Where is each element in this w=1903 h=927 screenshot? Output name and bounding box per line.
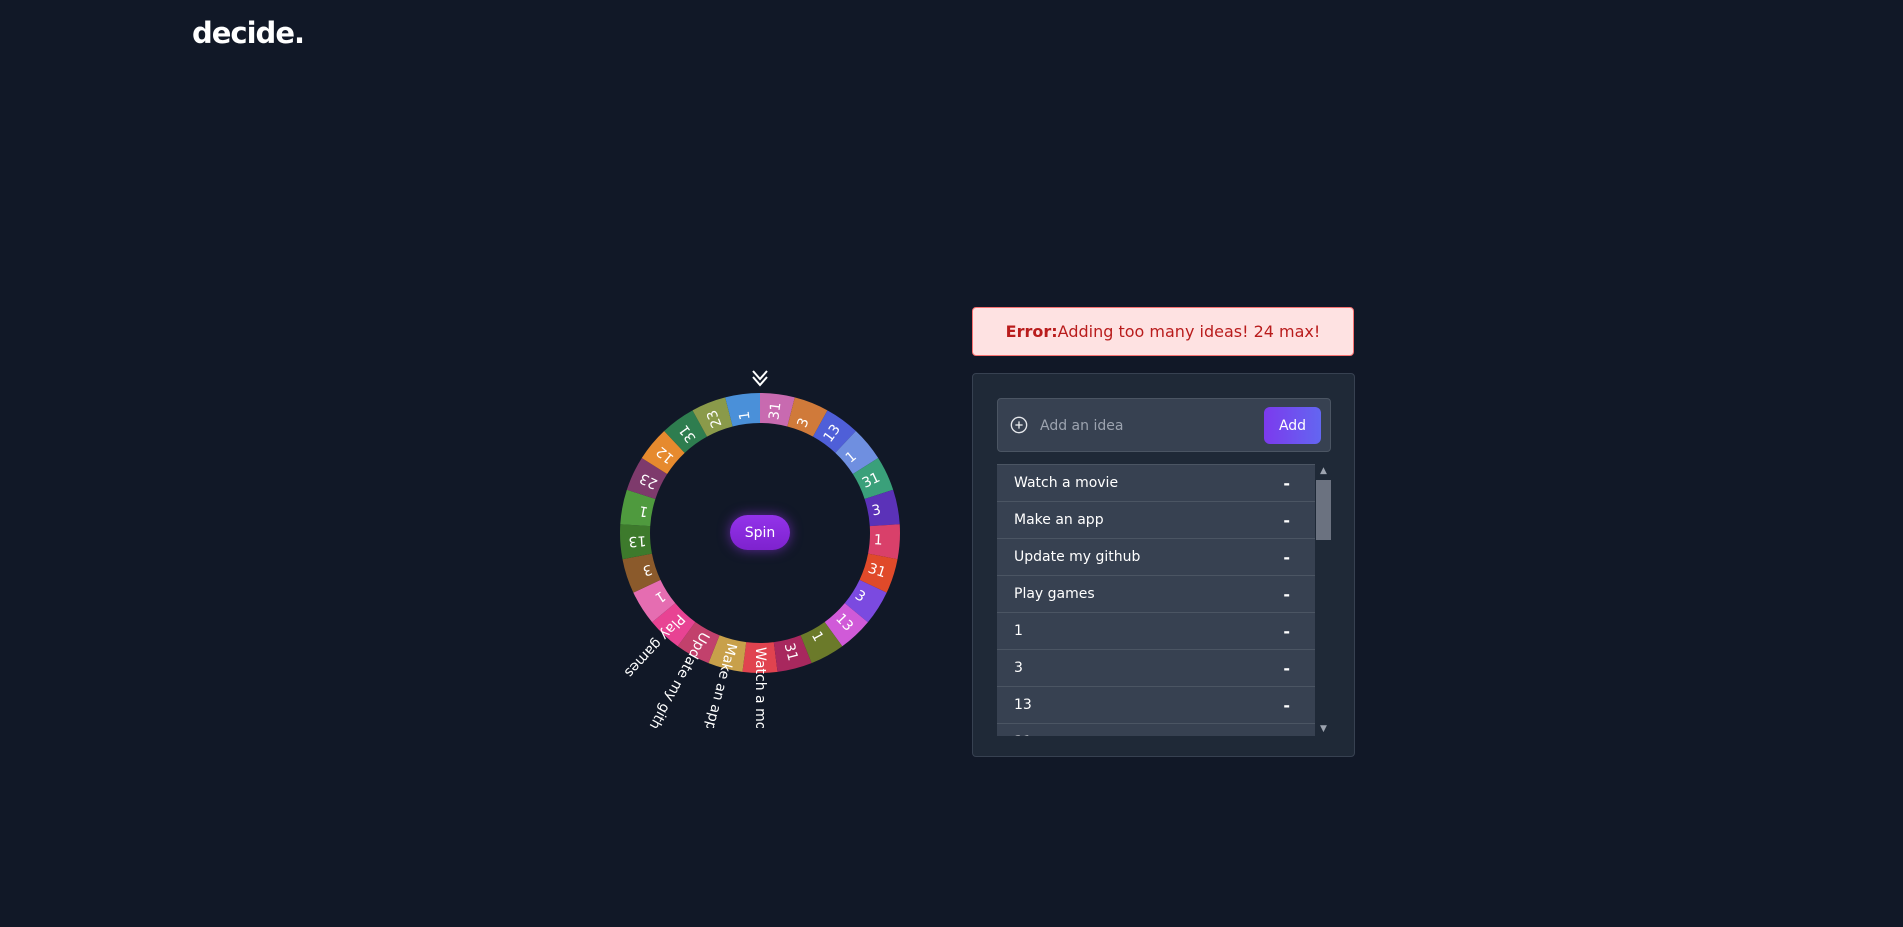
list-item-label: 31 — [1014, 734, 1032, 736]
error-alert: Error: Adding too many ideas! 24 max! — [972, 307, 1354, 356]
wheel-segment-label: Watch a mo — [752, 647, 768, 728]
plus-circle-icon — [1010, 416, 1028, 434]
add-idea-bar: Add — [997, 398, 1331, 452]
spin-button[interactable]: Spin — [730, 515, 790, 550]
list-item: Watch a movie - — [997, 464, 1315, 502]
wheel-segment-label: 31 — [766, 401, 784, 421]
list-item: 3- — [997, 649, 1315, 687]
list-item-label: 3 — [1014, 660, 1023, 676]
wheel-segment-label: 13 — [628, 532, 647, 549]
list-item: 1- — [997, 612, 1315, 650]
list-item: Play games - — [997, 575, 1315, 613]
remove-item-button[interactable]: - — [1275, 696, 1298, 715]
wheel-pointer-icon — [752, 370, 768, 387]
remove-item-button[interactable]: - — [1275, 733, 1298, 737]
remove-item-button[interactable]: - — [1275, 474, 1298, 493]
list-item: 13 - — [997, 686, 1315, 724]
error-label: Error: — [1005, 322, 1058, 341]
list-item-label: 13 — [1014, 697, 1032, 713]
error-message: Adding too many ideas! 24 max! — [1057, 322, 1321, 341]
list-item-label: Make an app — [1014, 512, 1104, 528]
remove-item-button[interactable]: - — [1275, 659, 1298, 678]
list-scrollbar[interactable]: ▲ ▼ — [1315, 464, 1332, 736]
scroll-down-arrow-icon[interactable]: ▼ — [1315, 722, 1332, 736]
remove-item-button[interactable]: - — [1275, 548, 1298, 567]
scroll-up-arrow-icon[interactable]: ▲ — [1315, 464, 1332, 478]
list-item: 31 - — [997, 723, 1315, 736]
remove-item-button[interactable]: - — [1275, 622, 1298, 641]
list-item-label: 1 — [1014, 623, 1023, 639]
list-item-label: Watch a movie — [1014, 475, 1119, 491]
list-item-label: Play games — [1014, 586, 1095, 602]
list-item: Update my github - — [997, 538, 1315, 576]
ideas-panel: Add Watch a movie-Make an app-Update my … — [972, 373, 1355, 757]
ideas-list: Watch a movie - Make an app - Update my gith… — [997, 464, 1315, 736]
add-button[interactable]: Add — [1264, 407, 1321, 444]
ideas-list-container: Watch a movie - Make an app - Update my gith… — [997, 464, 1332, 736]
idea-input[interactable] — [1038, 414, 1262, 438]
list-item-label: Update my github — [1014, 549, 1141, 565]
wheel-segment-label: 1 — [873, 532, 883, 549]
remove-item-button[interactable]: - — [1275, 585, 1298, 604]
scroll-thumb[interactable] — [1316, 480, 1331, 540]
list-item: Make an app - — [997, 501, 1315, 539]
app-logo: decide. — [192, 16, 305, 50]
remove-item-button[interactable]: - — [1275, 511, 1298, 530]
